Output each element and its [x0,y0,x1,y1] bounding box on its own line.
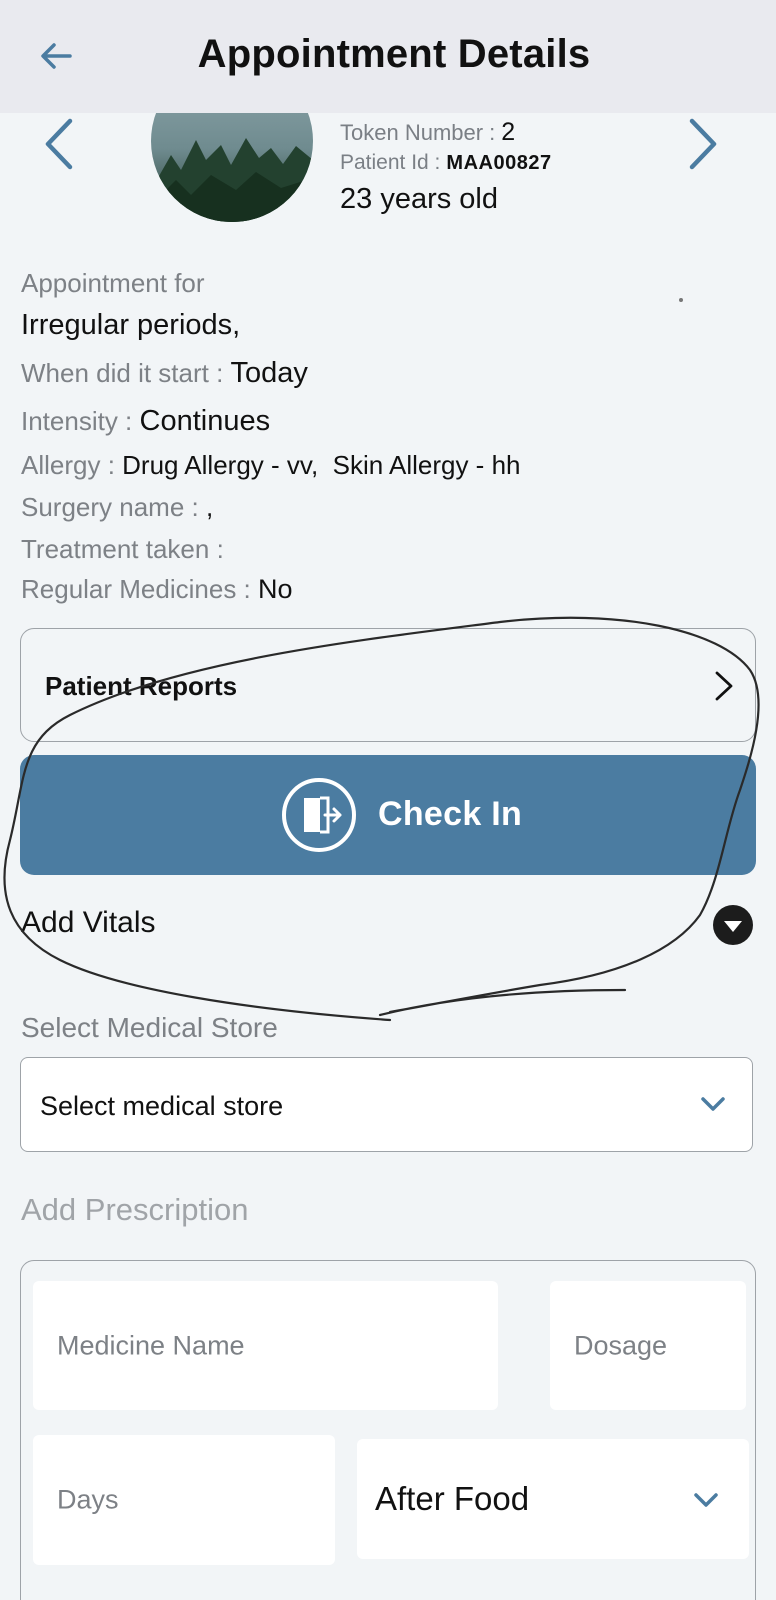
allergy-row: Allergy : Drug Allergy - vv, Skin Allerg… [21,450,520,481]
start-label: When did it start : [21,358,224,388]
expand-vitals-icon[interactable] [712,904,754,946]
patient-id-value: MAA00827 [446,152,552,174]
medical-store-selected: Select medical store [40,1091,284,1121]
patient-age: 23 years old [340,183,498,215]
dot-mark [679,298,683,302]
treatment-label: Treatment taken : [21,534,224,564]
medical-store-dropdown[interactable]: Select medical store [20,1057,753,1152]
add-prescription-label: Add Prescription [21,1192,249,1227]
food-timing-selected: After Food [375,1480,530,1517]
medicine-name-input[interactable]: Medicine Name [33,1281,498,1410]
appointment-for-value: Irregular periods, [21,309,241,341]
appointment-for-label: Appointment for [21,268,205,298]
patient-id: Patient Id : MAA00827 [340,151,552,175]
patient-reports-label: Patient Reports [45,671,238,701]
allergy-value: Drug Allergy - vv, Skin Allergy - hh [122,450,521,480]
medicines-value: No [258,574,293,604]
days-placeholder: Days [57,1484,119,1515]
dosage-input[interactable]: Dosage [550,1281,746,1410]
patient-id-label: Patient Id : [340,151,441,174]
intensity-value: Continues [139,405,271,437]
medicines-label: Regular Medicines : [21,574,251,604]
food-timing-dropdown[interactable]: After Food [357,1439,749,1559]
dosage-placeholder: Dosage [574,1330,668,1360]
patient-reports-button[interactable]: Patient Reports [20,628,756,742]
app-bar: Appointment Details [0,0,776,113]
prescription-form: Medicine Name Dosage Days After Food [20,1260,756,1600]
token-label: Token Number : [340,120,496,145]
medicine-name-placeholder: Medicine Name [57,1330,245,1360]
start-value: Today [230,357,308,389]
token-value: 2 [501,118,516,146]
surgery-row: Surgery name : , [21,492,213,523]
previous-patient-chevron-icon[interactable] [38,115,82,173]
check-in-label: Check In [378,795,523,833]
token-number: Token Number :2 [340,118,515,147]
intensity-label: Intensity : [21,406,133,436]
add-vitals-label: Add Vitals [21,906,156,939]
days-input[interactable]: Days [33,1435,335,1565]
next-patient-chevron-icon[interactable] [680,115,724,173]
intensity-row: Intensity : Continues [21,405,270,438]
start-row: When did it start : Today [21,357,308,390]
allergy-label: Allergy : [21,450,115,480]
medicines-row: Regular Medicines : No [21,574,293,605]
chevron-down-icon [693,1491,719,1509]
surgery-label: Surgery name : [21,492,199,522]
chevron-right-icon [713,669,735,703]
chevron-down-icon [700,1095,726,1113]
surgery-value: , [205,492,214,522]
door-enter-icon [280,776,358,854]
treatment-row: Treatment taken : [21,534,224,565]
page-title: Appointment Details [197,32,591,76]
select-medical-store-label: Select Medical Store [21,1012,278,1043]
check-in-button[interactable]: Check In [20,755,756,875]
